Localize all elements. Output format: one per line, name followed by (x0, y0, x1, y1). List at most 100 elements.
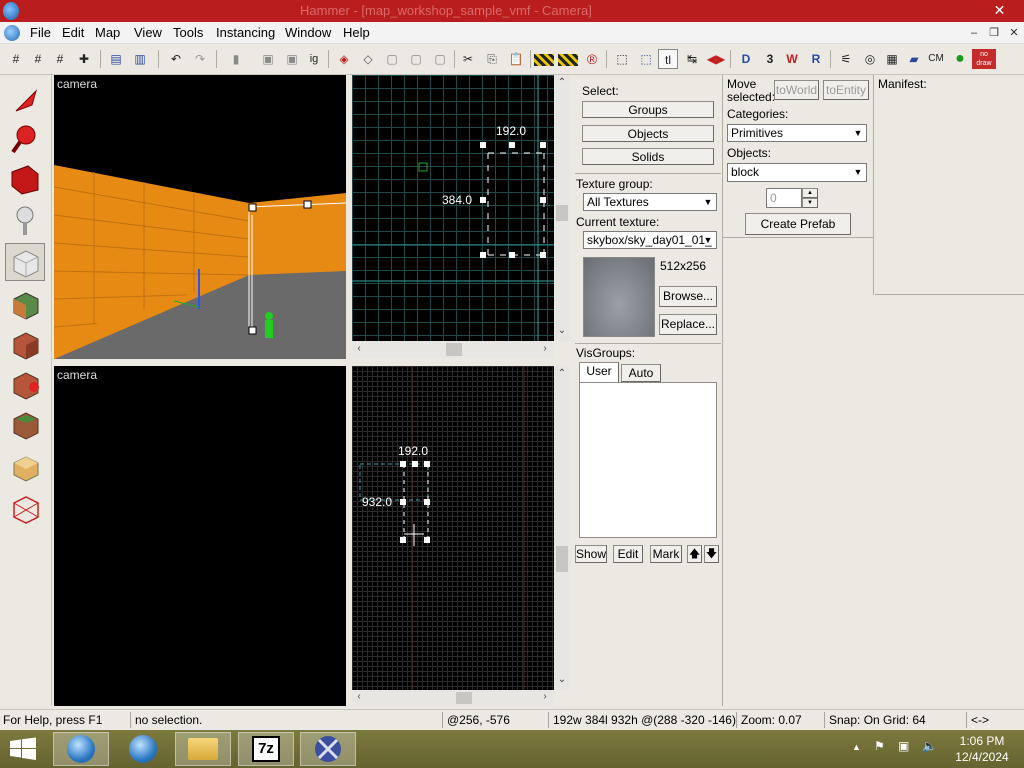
browse-button[interactable]: Browse... (659, 286, 717, 307)
resize-handle[interactable] (412, 461, 418, 467)
clock-date[interactable]: 12/4/2024 (952, 750, 1012, 764)
camera-viewport-top[interactable]: camera (54, 75, 346, 359)
visgroup-edit-button[interactable]: Edit (613, 545, 643, 563)
taskbar-explorer[interactable] (175, 732, 231, 766)
texture-group-select[interactable]: All Textures ▼ (583, 193, 717, 211)
resize-handle[interactable] (509, 142, 515, 148)
taskbar-hammer[interactable] (300, 732, 356, 766)
resize-handle[interactable] (400, 461, 406, 467)
group-icon[interactable]: ▤ (106, 49, 126, 69)
grid-3d-icon[interactable]: # (50, 49, 70, 69)
2d-view-icon[interactable]: D (736, 49, 756, 69)
run-map-icon[interactable]: ® (582, 49, 602, 69)
vertex-tool-icon[interactable] (5, 489, 45, 527)
magnify-tool-icon[interactable] (5, 120, 45, 158)
categories-select[interactable]: Primitives ▼ (727, 124, 867, 142)
current-texture-select[interactable]: skybox/sky_day01_01_ ▼ (583, 231, 717, 249)
volume-icon[interactable]: 🔈 (922, 739, 937, 753)
camera-viewport-bottom[interactable]: camera (54, 366, 346, 706)
scroll-left-icon[interactable]: ‹ (352, 691, 366, 702)
flip-icon[interactable]: ◀▶ (706, 49, 726, 69)
resize-handle[interactable] (480, 142, 486, 148)
select-solids-button[interactable]: Solids (582, 148, 714, 165)
close-window-button[interactable]: ✕ (975, 0, 1024, 21)
scroll-down-icon[interactable]: ⌄ (555, 674, 569, 685)
hazard-icon[interactable] (534, 54, 554, 66)
scroll-thumb[interactable] (556, 546, 568, 572)
resize-handle[interactable] (509, 252, 515, 258)
models-icon[interactable]: ▰ (904, 49, 924, 69)
taskbar-7zip[interactable]: 7z (238, 732, 294, 766)
menu-edit[interactable]: Edit (62, 25, 84, 40)
to-entity-button[interactable]: toEntity (823, 80, 869, 100)
close-child-button[interactable]: ✕ (1006, 25, 1022, 41)
grid-smaller-icon[interactable]: # (28, 49, 48, 69)
tl-toggle-button[interactable]: tl (658, 49, 678, 69)
taskbar-browser-active[interactable] (53, 732, 109, 766)
translate-icon[interactable]: ↹ (682, 49, 702, 69)
objects-select[interactable]: block ▼ (727, 163, 867, 182)
grid-larger-icon[interactable]: ✚ (74, 49, 94, 69)
scroll-thumb[interactable] (456, 692, 472, 704)
menu-window[interactable]: Window (285, 25, 331, 40)
entity-tool-icon[interactable] (5, 202, 45, 240)
menu-tools[interactable]: Tools (173, 25, 203, 40)
ungroup-icon[interactable]: ▥ (130, 49, 150, 69)
menu-help[interactable]: Help (343, 25, 370, 40)
create-prefab-button[interactable]: Create Prefab (745, 213, 851, 235)
visgroups-list[interactable] (579, 382, 717, 538)
spin-down-icon[interactable]: ▼ (802, 198, 818, 208)
apply-texture-icon[interactable] (5, 325, 45, 363)
cm-button[interactable]: CM (926, 49, 946, 69)
scroll-thumb[interactable] (556, 205, 568, 221)
copy-icon[interactable]: ⎘ (482, 49, 502, 69)
replace-button[interactable]: Replace... (659, 314, 717, 335)
to-world-button[interactable]: toWorld (774, 80, 819, 100)
count-input[interactable]: 0 (766, 188, 802, 208)
resize-handle[interactable] (424, 499, 430, 505)
resize-handle[interactable] (540, 197, 546, 203)
undo-icon[interactable]: ↶ (166, 49, 186, 69)
camera-tool-icon[interactable] (5, 160, 45, 198)
resize-handle[interactable] (480, 252, 486, 258)
tab-auto[interactable]: Auto (621, 364, 661, 382)
top-2d-viewport[interactable]: 192.0 384.0 (352, 75, 554, 341)
texture-tool-icon[interactable] (5, 285, 45, 323)
w-view-icon[interactable]: W (782, 49, 802, 69)
globe-icon[interactable] (4, 25, 20, 41)
menu-view[interactable]: View (134, 25, 162, 40)
menu-map[interactable]: Map (95, 25, 120, 40)
start-button[interactable] (8, 736, 38, 762)
scroll-up-icon[interactable]: ⌃ (555, 368, 569, 379)
hollow-icon[interactable]: ▣ (282, 49, 302, 69)
visgroup-show-button[interactable]: Show (575, 545, 607, 563)
magnify-icon[interactable]: ⬚ (636, 49, 656, 69)
tray-expand-icon[interactable]: ▲ (852, 742, 861, 752)
flag-icon[interactable]: ⚑ (874, 739, 885, 753)
toggle-icon[interactable]: ⚟ (836, 49, 856, 69)
network-icon[interactable]: ▣ (898, 739, 909, 753)
scroll-up-icon[interactable]: ⌃ (555, 77, 569, 88)
scroll-right-icon[interactable]: › (538, 691, 552, 702)
taskbar-browser[interactable] (115, 732, 171, 766)
tab-user[interactable]: User (579, 362, 619, 382)
horizontal-scrollbar[interactable]: ‹ › (352, 341, 554, 358)
horizontal-scrollbar[interactable]: ‹ › (352, 690, 554, 706)
selection-tool-icon[interactable] (5, 81, 45, 119)
side-2d-viewport[interactable]: 192.0 932.0 (352, 366, 554, 690)
resize-handle[interactable] (424, 537, 430, 543)
ignore-groups-icon[interactable]: ig (304, 49, 324, 69)
scroll-down-icon[interactable]: ⌄ (555, 325, 569, 336)
redo-icon[interactable]: ↷ (190, 49, 210, 69)
clipping-tool-icon[interactable] (5, 447, 45, 485)
snap-icon[interactable]: ▢ (430, 49, 450, 69)
green-dot-icon[interactable]: ● (950, 49, 970, 69)
menu-instancing[interactable]: Instancing (216, 25, 275, 40)
grid-toggle-icon[interactable]: # (6, 49, 26, 69)
nodraw-icon[interactable]: no draw (972, 49, 996, 69)
vertical-scrollbar[interactable]: ⌃ ⌄ (554, 366, 570, 690)
spin-up-icon[interactable]: ▲ (802, 188, 818, 198)
quick-hide-icon[interactable]: ▢ (382, 49, 402, 69)
arrow-up-icon[interactable]: 🡅 (687, 545, 702, 563)
sphere-icon[interactable]: ◎ (860, 49, 880, 69)
